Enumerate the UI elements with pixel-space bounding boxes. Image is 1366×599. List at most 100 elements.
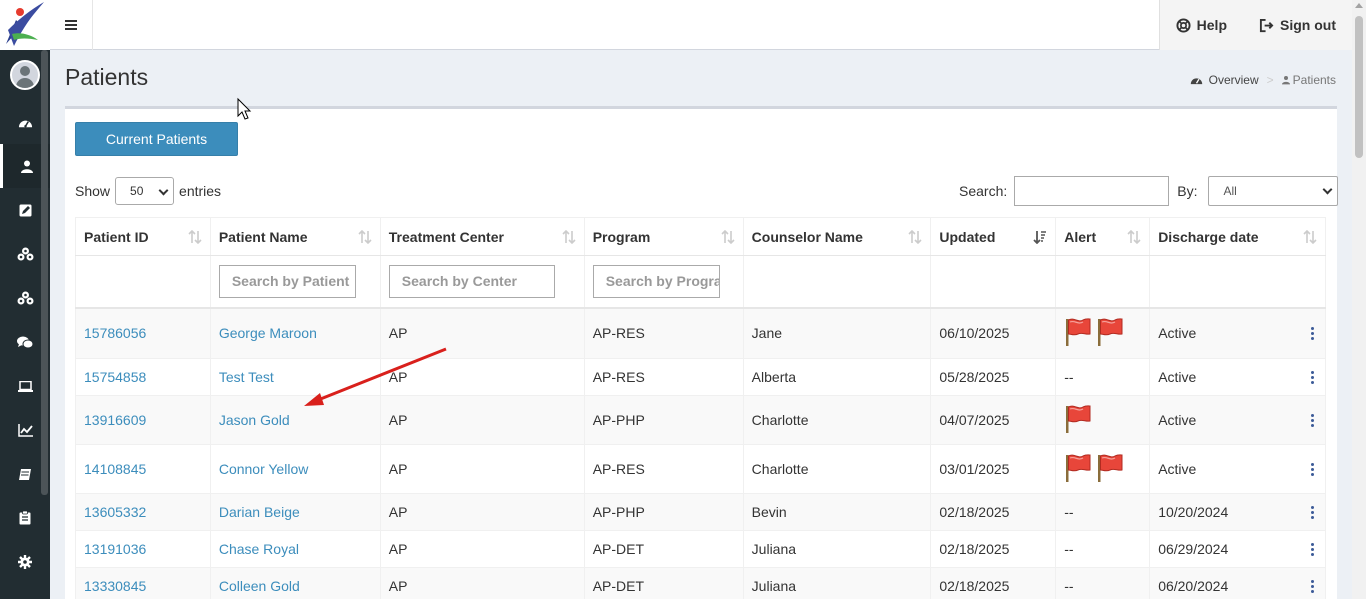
- sidebar-item-tasks[interactable]: [0, 496, 50, 540]
- cell-counselor: Juliana: [743, 567, 932, 599]
- column-label: Counselor Name: [751, 228, 863, 245]
- cell-patient-name: Test Test: [210, 358, 381, 396]
- red-flag-icon: [1096, 317, 1124, 350]
- column-header-alert[interactable]: Alert: [1055, 217, 1151, 256]
- patient-id-link[interactable]: 13191036: [84, 541, 146, 557]
- column-header-updated[interactable]: Updated: [930, 217, 1057, 256]
- patient-id-link[interactable]: 15786056: [84, 325, 146, 341]
- red-flag-icon: [1064, 404, 1092, 437]
- laptop-icon: [17, 380, 33, 392]
- table-row[interactable]: 13916609 Jason Gold AP AP-PHP Charlotte 04/07…: [75, 395, 1326, 445]
- kebab-menu-icon[interactable]: [1309, 542, 1315, 556]
- column-label: Treatment Center: [388, 228, 504, 245]
- filter-cell-patient: Search by Patient: [210, 255, 381, 309]
- sidebar-item-settings[interactable]: [0, 540, 50, 584]
- sort-icon: [358, 230, 372, 244]
- user-icon: [1281, 76, 1290, 85]
- kebab-menu-icon[interactable]: [1309, 505, 1315, 519]
- patients-table-body: 15786056 George Maroon AP AP-RES Jane 06/10/2…: [75, 307, 1326, 599]
- sidebar-scrollbar[interactable]: [41, 50, 48, 495]
- app-logo[interactable]: [0, 0, 50, 50]
- book-icon: [19, 468, 31, 480]
- chevron-down-icon: [1323, 184, 1333, 195]
- patient-id-link[interactable]: 14108845: [84, 461, 146, 477]
- cell-patient-id: 13605332: [75, 493, 211, 531]
- patient-name-link[interactable]: Colleen Gold: [219, 578, 300, 594]
- column-header-patient-name[interactable]: Patient Name: [210, 217, 381, 256]
- current-patients-button[interactable]: Current Patients: [75, 122, 238, 156]
- filter-cell-empty: [743, 255, 932, 309]
- search-by-patient-input[interactable]: Search by Patient: [218, 264, 356, 298]
- patient-id-link[interactable]: 15754858: [84, 369, 146, 385]
- scroll-up-arrow-icon[interactable]: [1355, 3, 1363, 8]
- filter-cell-empty: [75, 255, 211, 309]
- cell-discharge-date: Active: [1149, 444, 1326, 494]
- table-row[interactable]: 15754858 Test Test AP AP-RES Alberta 05/28/20…: [75, 358, 1326, 396]
- patient-id-link[interactable]: 13916609: [84, 412, 146, 428]
- patient-id-link[interactable]: 13330845: [84, 578, 146, 594]
- column-label: Program: [592, 228, 651, 245]
- table-row[interactable]: 13330845 Colleen Gold AP AP-DET Juliana 02/18…: [75, 567, 1326, 599]
- cell-patient-name: Jason Gold: [210, 395, 381, 445]
- patient-name-link[interactable]: Chase Royal: [219, 541, 299, 557]
- cell-treatment-center: AP: [380, 493, 585, 531]
- cell-updated: 02/18/2025: [930, 567, 1057, 599]
- cell-treatment-center: AP: [380, 358, 585, 396]
- search-by-center-input[interactable]: Search by Center: [388, 264, 555, 298]
- cell-program: AP-RES: [584, 307, 744, 359]
- kebab-menu-icon[interactable]: [1309, 326, 1315, 340]
- clipboard-icon: [19, 511, 31, 525]
- signout-button[interactable]: Sign out: [1243, 0, 1352, 50]
- filter-cell-empty: [930, 255, 1057, 309]
- column-label: Patient Name: [218, 228, 308, 245]
- table-row[interactable]: 13605332 Darian Beige AP AP-PHP Bevin 02/18/2…: [75, 493, 1326, 531]
- breadcrumb-overview[interactable]: Overview: [1209, 73, 1259, 87]
- search-by-program-input[interactable]: Search by Progra: [592, 264, 720, 298]
- table-row[interactable]: 14108845 Connor Yellow AP AP-RES Charlotte 03…: [75, 444, 1326, 494]
- table-row[interactable]: 15786056 George Maroon AP AP-RES Jane 06/10/2…: [75, 307, 1326, 359]
- search-input[interactable]: [1014, 176, 1170, 206]
- page-scrollbar-thumb[interactable]: [1355, 16, 1363, 158]
- filter-cell-empty: [1149, 255, 1326, 309]
- filter-cell-program: Search by Progra: [584, 255, 744, 309]
- by-select[interactable]: All: [1208, 176, 1339, 206]
- entries-select[interactable]: 50: [115, 177, 175, 205]
- column-label: Discharge date: [1158, 228, 1259, 245]
- patient-name-link[interactable]: Connor Yellow: [219, 461, 309, 477]
- cell-treatment-center: AP: [380, 395, 585, 445]
- cell-patient-name: George Maroon: [210, 307, 381, 359]
- table-row[interactable]: 13191036 Chase Royal AP AP-DET Juliana 02/18/…: [75, 530, 1326, 568]
- sidebar-toggle-button[interactable]: [50, 0, 93, 50]
- kebab-menu-icon[interactable]: [1309, 462, 1315, 476]
- avatar: [10, 60, 40, 90]
- patient-id-link[interactable]: 13605332: [84, 504, 146, 520]
- patients-box: Current Patients Show 50 entries Search:…: [65, 106, 1339, 599]
- patient-name-link[interactable]: Jason Gold: [219, 412, 290, 428]
- edit-square-icon: [19, 204, 31, 216]
- cell-alert: [1055, 444, 1151, 494]
- cell-counselor: Juliana: [743, 530, 932, 568]
- cell-updated: 06/10/2025: [930, 307, 1057, 359]
- cell-alert: --: [1055, 567, 1151, 599]
- page-title: Patients: [65, 64, 149, 90]
- kebab-menu-icon[interactable]: [1309, 579, 1315, 593]
- sort-icon: [908, 230, 922, 244]
- kebab-menu-icon[interactable]: [1309, 413, 1315, 427]
- user-icon: [20, 160, 33, 173]
- column-header-treatment-center[interactable]: Treatment Center: [380, 217, 585, 256]
- column-header-program[interactable]: Program: [584, 217, 744, 256]
- patient-name-link[interactable]: George Maroon: [219, 325, 317, 341]
- discharge-value: 06/29/2024: [1158, 541, 1229, 557]
- cubes-icon: [17, 247, 33, 261]
- kebab-menu-icon[interactable]: [1309, 370, 1315, 384]
- cell-alert: --: [1055, 493, 1151, 531]
- patient-name-link[interactable]: Darian Beige: [219, 504, 300, 520]
- cell-discharge-date: Active: [1149, 395, 1326, 445]
- column-header-counselor-name[interactable]: Counselor Name: [743, 217, 932, 256]
- page-scrollbar[interactable]: [1352, 0, 1366, 599]
- column-header-discharge-date[interactable]: Discharge date: [1149, 217, 1326, 256]
- cell-updated: 04/07/2025: [930, 395, 1057, 445]
- patient-name-link[interactable]: Test Test: [219, 369, 274, 385]
- help-button[interactable]: Help: [1160, 0, 1243, 50]
- column-header-patient-id[interactable]: Patient ID: [75, 217, 211, 256]
